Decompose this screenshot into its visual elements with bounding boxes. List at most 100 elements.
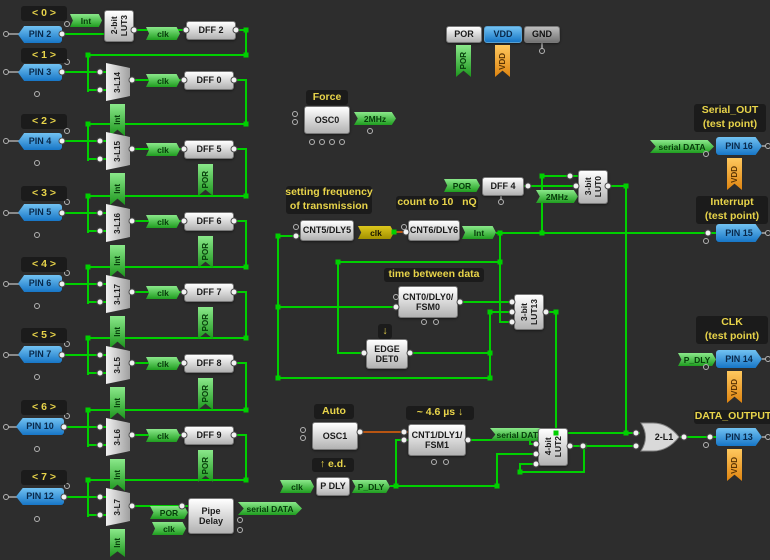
tag-serial-pin16[interactable]: serial DATA xyxy=(650,140,714,153)
tag-int-r7[interactable]: Int xyxy=(110,529,125,557)
p-dly[interactable]: P DLY xyxy=(316,477,350,496)
pin-6[interactable]: PIN 6 xyxy=(18,275,62,292)
osc0[interactable]: OSC0 xyxy=(304,106,350,134)
tag-pdly-pin14[interactable]: P_DLY xyxy=(678,353,716,366)
pin-5[interactable]: PIN 5 xyxy=(18,204,62,221)
pipe-delay[interactable]: Pipe Delay xyxy=(188,498,234,534)
tag-int-r1[interactable]: Int xyxy=(110,104,125,136)
gnd-block-label: GND xyxy=(532,29,552,39)
tag-clk-r0-label: clk xyxy=(157,29,169,39)
tag-clk-r3[interactable]: clk xyxy=(146,215,180,228)
osc1[interactable]: OSC1 xyxy=(312,422,358,450)
lut2[interactable]: 4-bit LUT2 xyxy=(538,428,568,466)
tag-por-dff5[interactable]: POR xyxy=(198,164,213,196)
dff8[interactable]: DFF 8 xyxy=(184,354,234,373)
label-time-between-data: time between data xyxy=(384,268,484,282)
tag-2mhz-lut0[interactable]: 2MHz xyxy=(536,190,578,203)
label-serial-out: Serial_OUT (test point) xyxy=(694,104,766,132)
dff4[interactable]: DFF 4 xyxy=(482,177,524,196)
tag-serial-lut2-label: serial DATA xyxy=(497,430,544,440)
mux-3l17-label: 3-L17 xyxy=(113,284,123,305)
dff2[interactable]: DFF 2 xyxy=(186,21,236,40)
lut0[interactable]: 3-bit LUT0 xyxy=(578,170,608,204)
tag-clk-r4[interactable]: clk xyxy=(146,286,180,299)
cnt1-dly1-fsm1[interactable]: CNT1/DLY1/ FSM1 xyxy=(408,424,466,456)
tag-clk-r0[interactable]: clk xyxy=(146,27,180,40)
tag-clk-cnt5[interactable]: clk xyxy=(358,226,394,239)
dff0[interactable]: DFF 0 xyxy=(184,71,234,90)
label-clk-label: CLK (test point) xyxy=(705,316,759,343)
dff5[interactable]: DFF 5 xyxy=(184,140,234,159)
tag-int-r3[interactable]: Int xyxy=(110,245,125,277)
label-arrow-down: ↓ xyxy=(378,324,392,339)
tag-por-pipe[interactable]: POR xyxy=(150,506,188,519)
index-label-4-label: < 4 > xyxy=(32,258,56,272)
tag-pdly-out[interactable]: P_DLY xyxy=(352,480,390,493)
edge-det0-label: EDGE DET0 xyxy=(374,344,400,365)
label-time-between-data-label: time between data xyxy=(388,268,479,282)
index-label-2: < 2 > xyxy=(21,114,67,129)
tag-vdd-pin14[interactable]: VDD xyxy=(727,371,742,403)
pin-15[interactable]: PIN 15 xyxy=(716,224,762,242)
tag-vdd-pin13[interactable]: VDD xyxy=(727,449,742,481)
mux-3l5[interactable]: 3-L5 xyxy=(106,346,130,384)
mux-3l14[interactable]: 3-L14 xyxy=(106,63,130,101)
tag-clk-r1[interactable]: clk xyxy=(146,74,180,87)
tag-int-top[interactable]: Int xyxy=(70,14,102,27)
pin-14[interactable]: PIN 14 xyxy=(716,350,762,368)
pin-2[interactable]: PIN 2 xyxy=(18,26,62,43)
tag-por-dff6[interactable]: POR xyxy=(198,236,213,268)
cnt5-dly5[interactable]: CNT5/DLY5 xyxy=(300,220,354,241)
tag-por-dff4[interactable]: POR xyxy=(444,179,480,192)
label-force-label: Force xyxy=(313,91,342,105)
tag-por-dff7[interactable]: POR xyxy=(198,307,213,339)
dff9[interactable]: DFF 9 xyxy=(184,426,234,445)
mux-3l15[interactable]: 3-L15 xyxy=(106,132,130,170)
dff6[interactable]: DFF 6 xyxy=(184,212,234,231)
pin-4[interactable]: PIN 4 xyxy=(18,133,62,150)
pin-16[interactable]: PIN 16 xyxy=(716,137,762,155)
tag-2mhz-osc0[interactable]: 2MHz xyxy=(354,112,396,125)
cnt6-dly6[interactable]: CNT6/DLY6 xyxy=(408,220,460,241)
por-block-label: POR xyxy=(454,29,474,39)
mux-3l7[interactable]: 3-L7 xyxy=(106,488,130,526)
tag-int-cnt6[interactable]: Int xyxy=(462,226,496,239)
tag-clk-r5[interactable]: clk xyxy=(146,357,180,370)
tag-int-r2[interactable]: Int xyxy=(110,173,125,205)
mux-3l6[interactable]: 3-L6 xyxy=(106,418,130,456)
index-label-2-label: < 2 > xyxy=(32,115,56,129)
tag-vdd-pin16[interactable]: VDD xyxy=(727,158,742,190)
gate-2l1[interactable]: 2-L1 xyxy=(640,422,680,452)
tag-por-dff8[interactable]: POR xyxy=(198,378,213,410)
tag-int-r5[interactable]: Int xyxy=(110,387,125,419)
tag-serial-pipe[interactable]: serial DATA xyxy=(238,502,302,515)
pin-12[interactable]: PIN 12 xyxy=(16,488,64,505)
pin-13[interactable]: PIN 13 xyxy=(716,428,762,446)
mux-3l17[interactable]: 3-L17 xyxy=(106,275,130,313)
pin-10[interactable]: PIN 10 xyxy=(16,418,64,435)
lut13[interactable]: 3-bit LUT13 xyxy=(514,294,544,330)
dff7[interactable]: DFF 7 xyxy=(184,283,234,302)
pin-7[interactable]: PIN 7 xyxy=(18,346,62,363)
vdd-block[interactable]: VDD xyxy=(484,26,522,43)
tag-por-power[interactable]: POR xyxy=(456,45,471,77)
cnt5-dly5-label: CNT5/DLY5 xyxy=(303,225,351,235)
por-block[interactable]: POR xyxy=(446,26,482,43)
osc1-label: OSC1 xyxy=(323,431,348,441)
tag-por-dff9[interactable]: POR xyxy=(198,450,213,482)
tag-int-r4[interactable]: Int xyxy=(110,316,125,348)
tag-clk-pdly[interactable]: clk xyxy=(280,480,314,493)
gnd-block[interactable]: GND xyxy=(524,26,560,43)
mux-3l16[interactable]: 3-L16 xyxy=(106,204,130,242)
tag-int-r7-label: Int xyxy=(113,538,123,548)
tag-vdd-power[interactable]: VDD xyxy=(495,45,510,77)
tag-clk-r2[interactable]: clk xyxy=(146,143,180,156)
pin-13-label: PIN 13 xyxy=(725,432,753,442)
tag-clk-r6[interactable]: clk xyxy=(146,429,180,442)
pin-3[interactable]: PIN 3 xyxy=(18,64,62,81)
cnt0-dly0-fsm0[interactable]: CNT0/DLY0/ FSM0 xyxy=(398,286,458,318)
tag-clk-pipe[interactable]: clk xyxy=(152,522,186,535)
tag-int-r6[interactable]: Int xyxy=(110,459,125,491)
edge-det0[interactable]: EDGE DET0 xyxy=(366,339,408,369)
lut3[interactable]: 2-bit LUT3 xyxy=(104,10,134,42)
